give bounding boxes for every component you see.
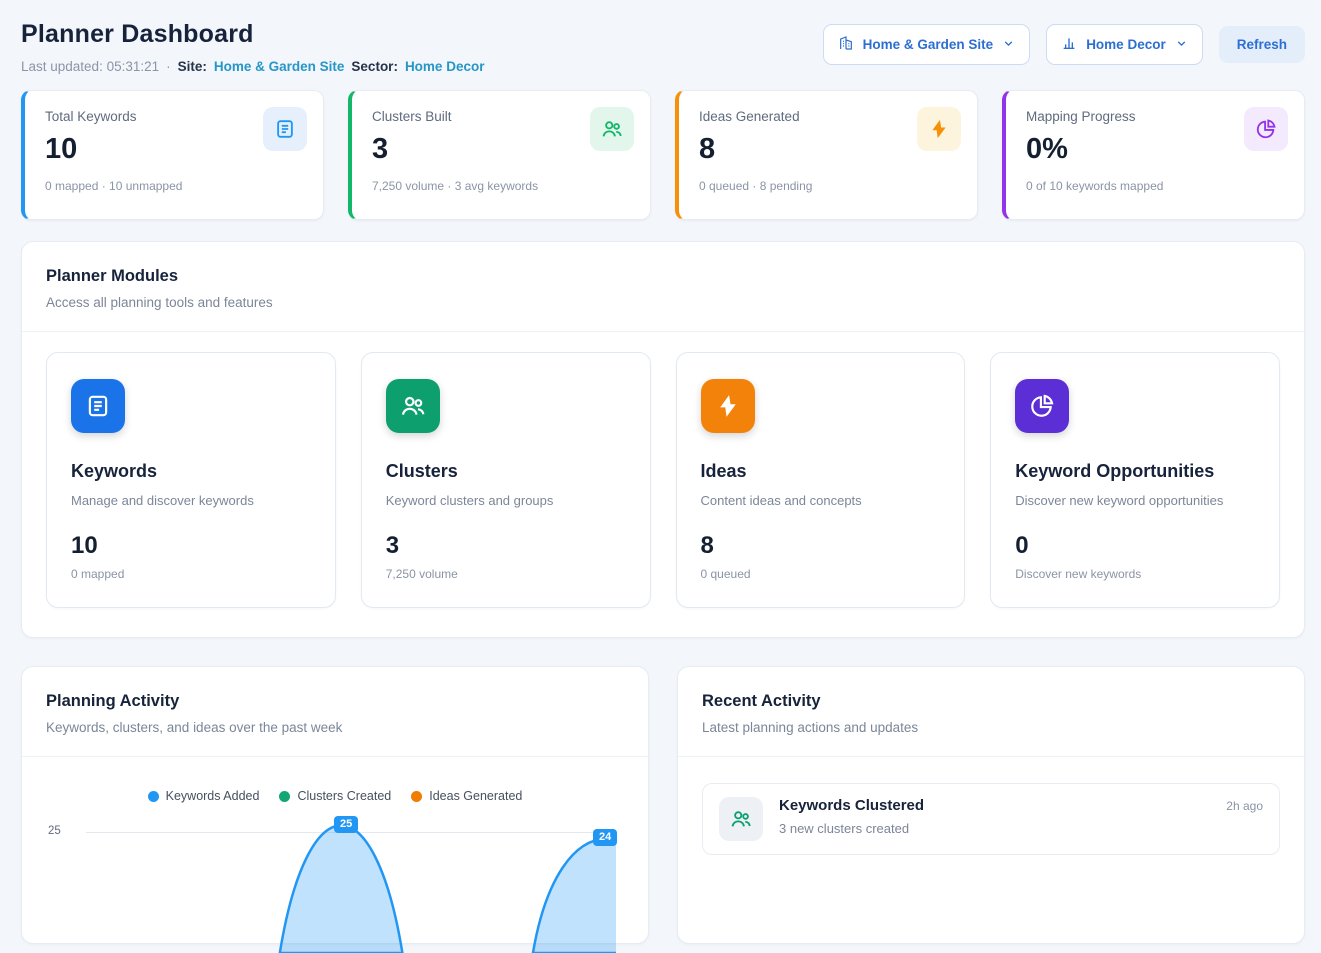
topbar: Planner Dashboard Last updated: 05:31:21… xyxy=(0,0,1321,74)
chevron-down-icon xyxy=(1002,37,1015,53)
module-description: Discover new keyword opportunities xyxy=(1015,493,1255,508)
last-updated-text: Last updated: 05:31:21 xyxy=(21,59,159,74)
stat-card-clusters-built: Clusters Built 3 7,250 volume · 3 avg ke… xyxy=(348,90,651,220)
file-lines-icon xyxy=(263,107,307,151)
stats-row: Total Keywords 10 0 mapped · 10 unmapped… xyxy=(21,90,1305,220)
planning-activity-header: Planning Activity Keywords, clusters, an… xyxy=(22,667,648,757)
panel-subtitle: Access all planning tools and features xyxy=(46,295,1280,310)
module-title: Clusters xyxy=(386,461,626,482)
activity-title: Keywords Clustered xyxy=(779,797,924,814)
stat-card-mapping-progress: Mapping Progress 0% 0 of 10 keywords map… xyxy=(1002,90,1305,220)
site-link[interactable]: Home & Garden Site xyxy=(214,59,345,74)
legend-label: Clusters Created xyxy=(297,789,391,803)
sector-selector-dropdown[interactable]: Home Decor xyxy=(1046,24,1203,65)
module-detail: 0 queued xyxy=(701,567,941,581)
activity-timestamp: 2h ago xyxy=(1226,799,1263,813)
chevron-down-icon xyxy=(1175,37,1188,53)
module-value: 8 xyxy=(701,532,941,560)
data-point-label: 25 xyxy=(334,816,358,833)
modules-grid: Keywords Manage and discover keywords 10… xyxy=(22,332,1304,637)
module-card-ideas[interactable]: Ideas Content ideas and concepts 8 0 que… xyxy=(676,352,966,608)
bolt-icon xyxy=(917,107,961,151)
module-value: 3 xyxy=(386,532,626,560)
sector-label: Sector: xyxy=(351,59,398,74)
y-axis-tick: 25 xyxy=(48,825,61,837)
recent-activity-header: Recent Activity Latest planning actions … xyxy=(678,667,1304,757)
planner-modules-panel: Planner Modules Access all planning tool… xyxy=(21,241,1305,638)
stat-detail: 0 of 10 keywords mapped xyxy=(1026,179,1284,193)
module-value: 10 xyxy=(71,532,311,560)
legend-item-keywords-added: Keywords Added xyxy=(148,789,260,803)
module-card-clusters[interactable]: Clusters Keyword clusters and groups 3 7… xyxy=(361,352,651,608)
module-detail: Discover new keywords xyxy=(1015,567,1255,581)
chart-legend: Keywords Added Clusters Created Ideas Ge… xyxy=(22,789,648,803)
legend-label: Ideas Generated xyxy=(429,789,522,803)
module-detail: 0 mapped xyxy=(71,567,311,581)
site-selector-value: Home & Garden Site xyxy=(863,37,994,52)
planner-modules-header: Planner Modules Access all planning tool… xyxy=(22,242,1304,332)
topbar-left: Planner Dashboard Last updated: 05:31:21… xyxy=(21,20,484,74)
recent-activity-list: Keywords Clustered 2h ago 3 new clusters… xyxy=(678,757,1304,881)
legend-dot-icon xyxy=(148,791,159,802)
building-icon xyxy=(838,35,854,54)
sector-selector-value: Home Decor xyxy=(1086,37,1166,52)
activity-item-keywords-clustered: Keywords Clustered 2h ago 3 new clusters… xyxy=(702,783,1280,855)
module-description: Content ideas and concepts xyxy=(701,493,941,508)
legend-dot-icon xyxy=(411,791,422,802)
bolt-icon xyxy=(701,379,755,433)
legend-label: Keywords Added xyxy=(166,789,260,803)
breadcrumb: Last updated: 05:31:21 · Site: Home & Ga… xyxy=(21,59,484,74)
pie-chart-icon xyxy=(1244,107,1288,151)
page-title: Planner Dashboard xyxy=(21,20,484,49)
planning-activity-panel: Planning Activity Keywords, clusters, an… xyxy=(21,666,649,944)
site-selector-dropdown[interactable]: Home & Garden Site xyxy=(823,24,1031,65)
stat-detail: 0 mapped · 10 unmapped xyxy=(45,179,303,193)
legend-dot-icon xyxy=(279,791,290,802)
keywords-added-area-series xyxy=(86,813,616,953)
module-card-keyword-opportunities[interactable]: Keyword Opportunities Discover new keywo… xyxy=(990,352,1280,608)
module-card-keywords[interactable]: Keywords Manage and discover keywords 10… xyxy=(46,352,336,608)
panel-subtitle: Latest planning actions and updates xyxy=(702,720,1280,735)
users-icon xyxy=(719,797,763,841)
users-icon xyxy=(590,107,634,151)
stat-detail: 0 queued · 8 pending xyxy=(699,179,957,193)
module-title: Keywords xyxy=(71,461,311,482)
module-detail: 7,250 volume xyxy=(386,567,626,581)
legend-item-ideas-generated: Ideas Generated xyxy=(411,789,522,803)
module-description: Manage and discover keywords xyxy=(71,493,311,508)
stat-detail: 7,250 volume · 3 avg keywords xyxy=(372,179,630,193)
panel-title: Planning Activity xyxy=(46,692,624,711)
module-description: Keyword clusters and groups xyxy=(386,493,626,508)
site-label: Site: xyxy=(178,59,207,74)
activity-body: Keywords Clustered 2h ago 3 new clusters… xyxy=(779,797,1263,836)
module-title: Ideas xyxy=(701,461,941,482)
stat-card-total-keywords: Total Keywords 10 0 mapped · 10 unmapped xyxy=(21,90,324,220)
bottom-row: Planning Activity Keywords, clusters, an… xyxy=(21,666,1305,944)
file-lines-icon xyxy=(71,379,125,433)
refresh-button[interactable]: Refresh xyxy=(1219,26,1305,63)
legend-item-clusters-created: Clusters Created xyxy=(279,789,391,803)
module-title: Keyword Opportunities xyxy=(1015,461,1255,482)
users-icon xyxy=(386,379,440,433)
topbar-actions: Home & Garden Site Home Decor Refresh xyxy=(823,24,1305,65)
panel-title: Recent Activity xyxy=(702,692,1280,711)
bar-chart-icon xyxy=(1061,35,1077,54)
recent-activity-panel: Recent Activity Latest planning actions … xyxy=(677,666,1305,944)
activity-top-row: Keywords Clustered 2h ago xyxy=(779,797,1263,814)
activity-description: 3 new clusters created xyxy=(779,821,1263,836)
planning-activity-chart: 25 25 24 xyxy=(42,813,624,943)
module-value: 0 xyxy=(1015,532,1255,560)
sector-link[interactable]: Home Decor xyxy=(405,59,485,74)
meta-separator: · xyxy=(166,59,171,74)
panel-subtitle: Keywords, clusters, and ideas over the p… xyxy=(46,720,624,735)
panel-title: Planner Modules xyxy=(46,267,1280,286)
stat-card-ideas-generated: Ideas Generated 8 0 queued · 8 pending xyxy=(675,90,978,220)
pie-chart-icon xyxy=(1015,379,1069,433)
